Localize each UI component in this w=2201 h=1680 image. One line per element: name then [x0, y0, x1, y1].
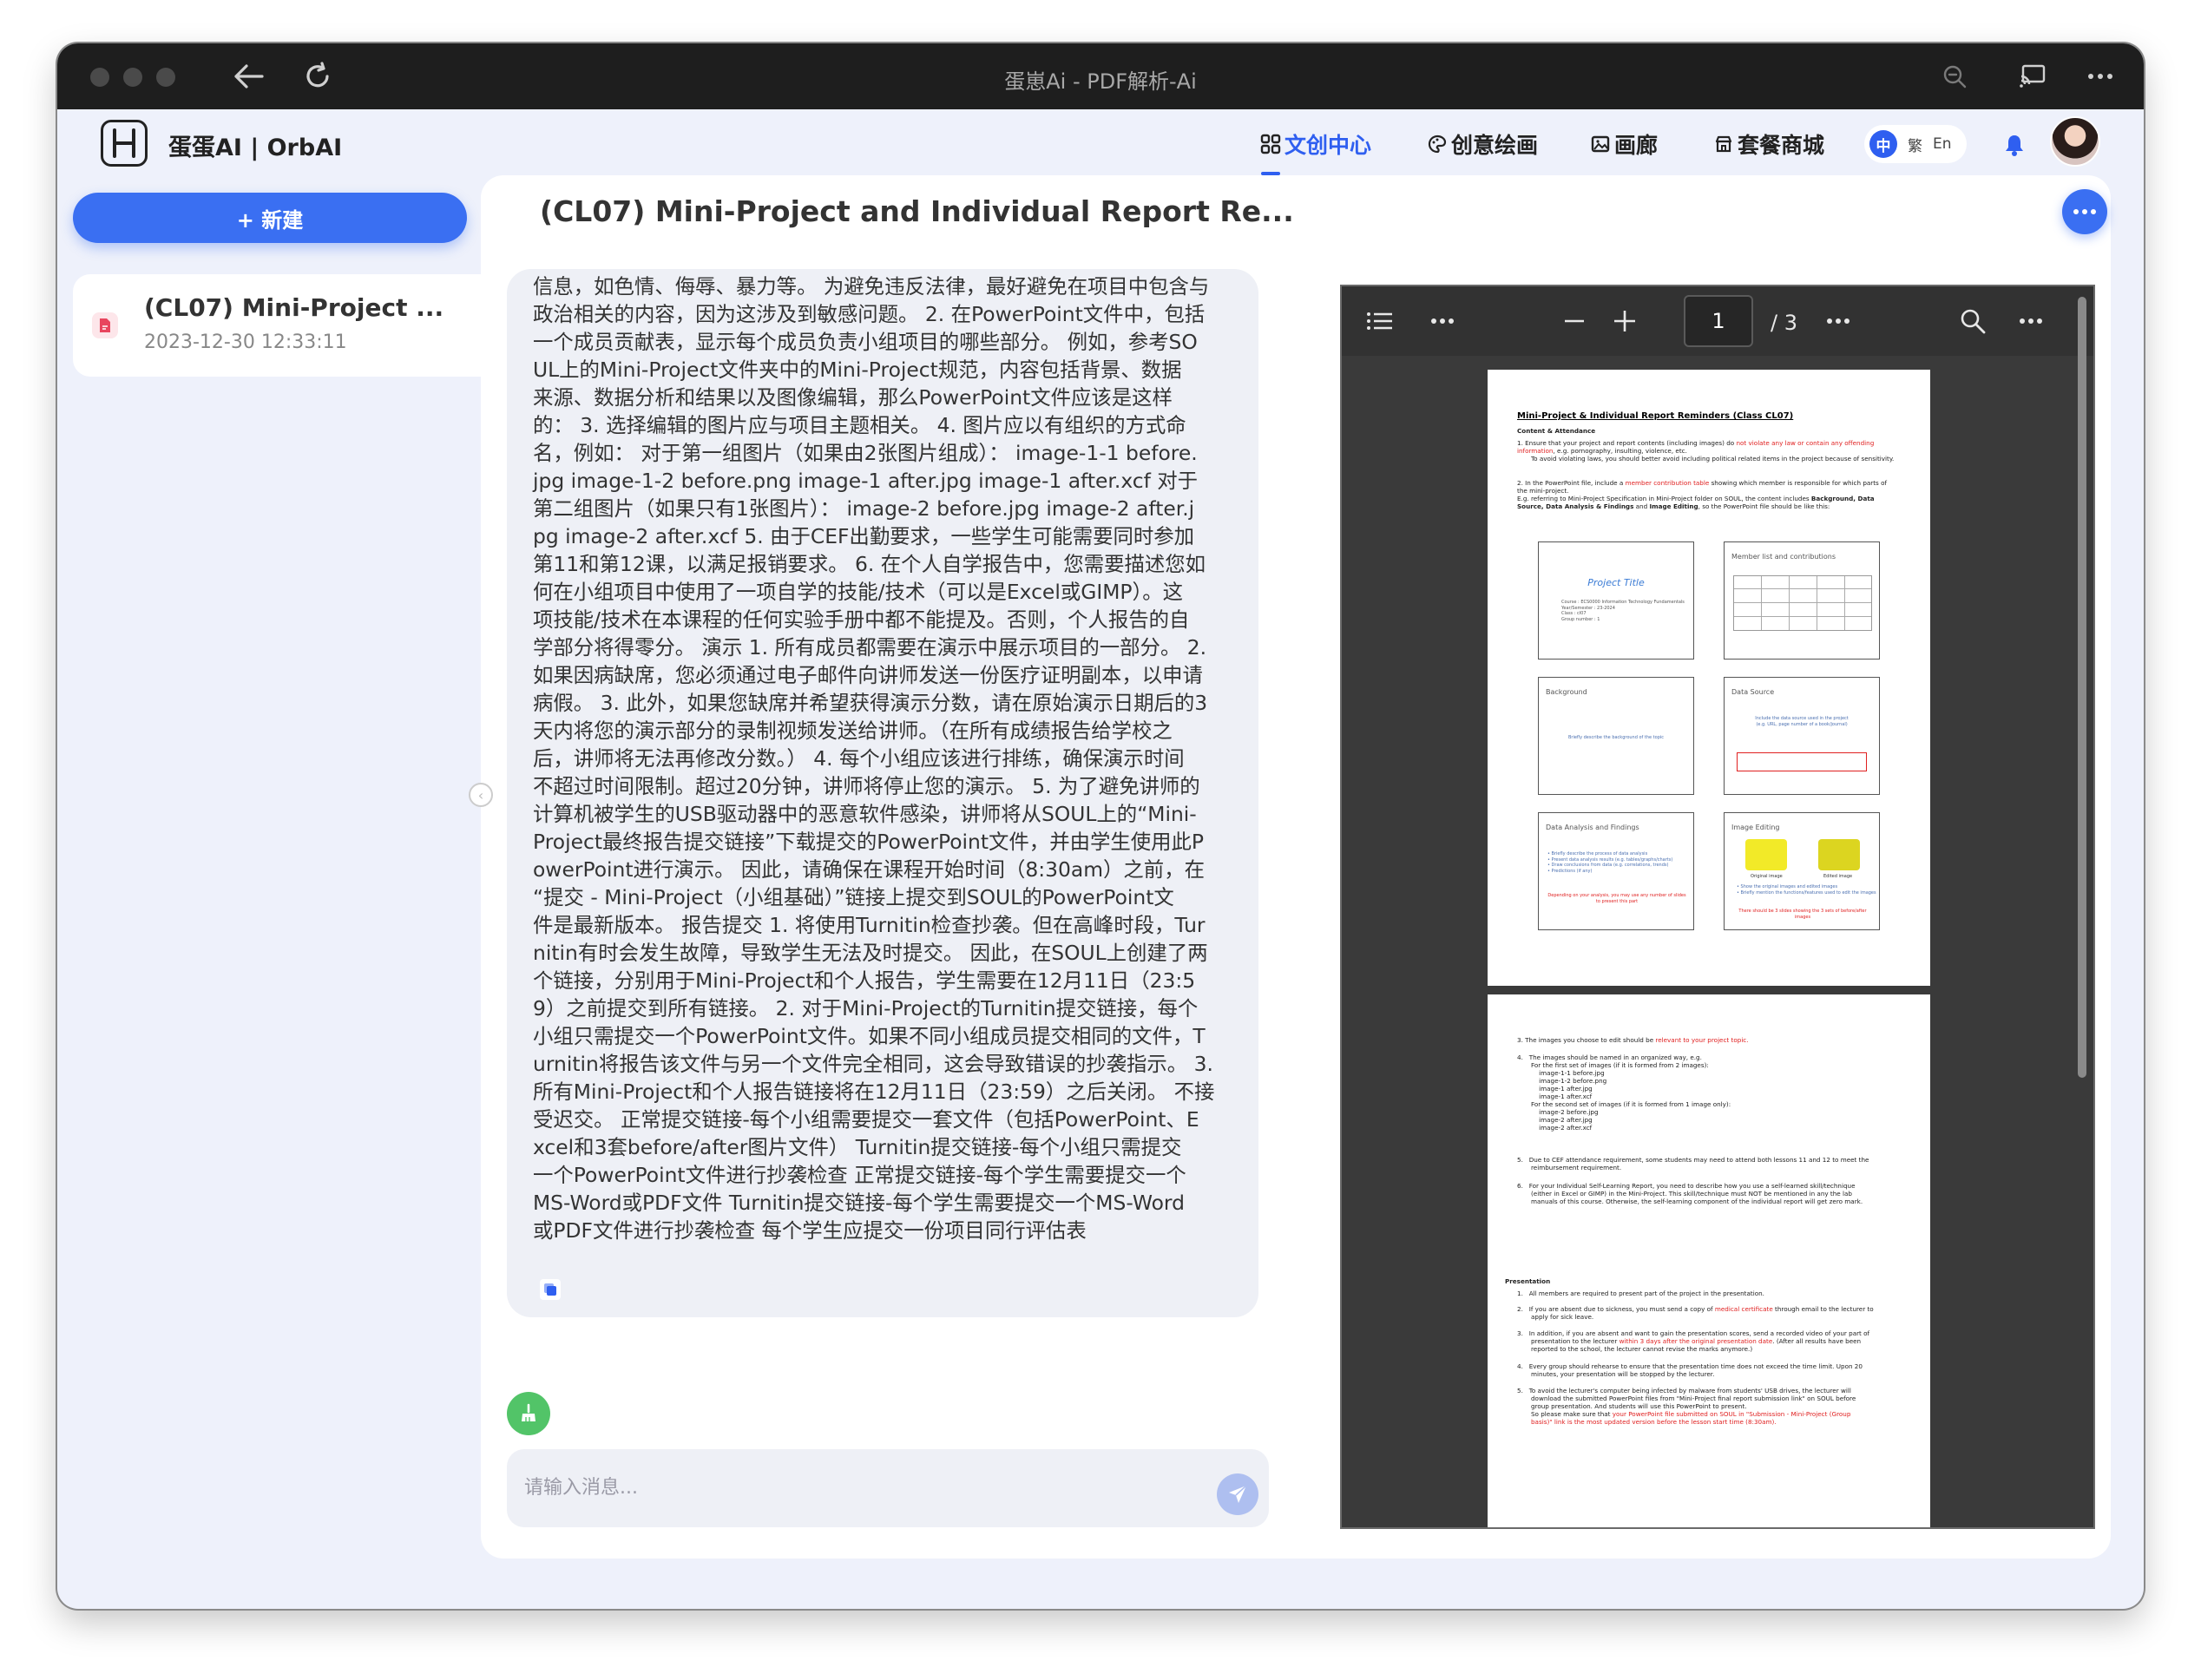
page-total: / 3: [1771, 311, 1797, 335]
chat-panel: (CL07) Mini-Project and Individual Repor…: [469, 175, 2111, 1559]
nav-item-creative-drawing[interactable]: 创意绘画: [1427, 128, 1538, 160]
avatar[interactable]: [2050, 116, 2100, 167]
nav-label: 创意绘画: [1451, 133, 1539, 158]
pdf-presentation-1: 1. All members are required to present p…: [1517, 1290, 1764, 1297]
pdf-item-4: 4. The images should be named in an orga…: [1517, 1053, 1731, 1132]
pdf-presentation-5: 5. To avoid the lecturer's computer bein…: [1517, 1387, 1856, 1426]
nav-item-shop[interactable]: 套餐商城: [1713, 128, 1824, 160]
page-title: (CL07) Mini-Project and Individual Repor…: [540, 194, 1294, 228]
pdf-item-6: 6. For your Individual Self-Learning Rep…: [1517, 1182, 1863, 1205]
original-image-thumbnail: [1745, 839, 1787, 870]
new-button[interactable]: + 新建: [73, 193, 467, 243]
member-table-thumbnail: [1733, 575, 1872, 631]
page-number-input[interactable]: 1: [1684, 295, 1753, 347]
message-input[interactable]: [507, 1449, 1269, 1527]
pdf-more-mid-icon[interactable]: [1824, 304, 1852, 338]
lang-en-option[interactable]: En: [1933, 135, 1952, 153]
pdf-file-icon: [92, 312, 118, 338]
pdf-toolbar: 1 / 3: [1342, 286, 2093, 1078]
pdf-item-3: 3. The images you choose to edit should …: [1517, 1036, 1749, 1044]
nav-label: 画廊: [1614, 133, 1659, 158]
slide-thumbnail-members: Member list and contributions: [1724, 541, 1880, 660]
pdf-presentation-4: 4. Every group should rehearse to ensure…: [1517, 1362, 1863, 1378]
pdf-presentation-heading: Presentation: [1505, 1277, 1551, 1285]
pdf-heading: Mini-Project & Individual Report Reminde…: [1517, 411, 1794, 421]
slide-thumbnail-image-editing: Image Editing Original image Edited imag…: [1724, 812, 1880, 930]
pdf-more-left-icon[interactable]: [1429, 304, 1456, 338]
pdf-item-1: 1. Ensure that your project and report c…: [1517, 439, 1895, 463]
nav-item-gallery[interactable]: 画廊: [1590, 128, 1658, 160]
window-title: 蛋崽Ai - PDF解析-Ai: [1004, 69, 1197, 94]
title-bar: 蛋崽Ai - PDF解析-Ai: [57, 43, 2144, 109]
nav-label: 文创中心: [1284, 133, 1372, 158]
grid-icon: [1260, 134, 1281, 154]
slide-thumbnail-background: Background Briefly describe the backgrou…: [1538, 677, 1694, 795]
slide-thumbnail-title: Project Title Course : ECS0000 Informati…: [1538, 541, 1694, 660]
slide-thumbnail-analysis: Data Analysis and Findings • Briefly des…: [1538, 812, 1694, 930]
document-title: (CL07) Mini-Project ...: [144, 293, 444, 322]
app-window: 蛋崽Ai - PDF解析-Ai 蛋蛋AI | OrbAI 文创中心 创意绘画 画…: [57, 43, 2144, 1609]
pdf-viewer-panel: 1 / 3 Mini-Project & Individual Report R…: [1298, 248, 2095, 1559]
palette-icon: [1427, 134, 1448, 154]
pdf-page-1: Mini-Project & Individual Report Reminde…: [1488, 370, 1930, 986]
copy-icon[interactable]: [540, 1279, 561, 1300]
app-header: 蛋蛋AI | OrbAI 文创中心 创意绘画 画廊 套餐商城 中 繁 En: [57, 109, 2144, 175]
language-switcher[interactable]: 中 繁 En: [1864, 125, 1967, 163]
bell-icon[interactable]: [2001, 132, 2027, 158]
nav-item-culture-center[interactable]: 文创中心: [1260, 128, 1371, 160]
send-icon: [1229, 1485, 1247, 1503]
broom-icon: [522, 1403, 535, 1421]
lang-zh-option[interactable]: 中: [1869, 130, 1897, 158]
collapse-handle[interactable]: ‹: [469, 783, 493, 807]
edited-image-thumbnail: [1818, 839, 1860, 870]
pdf-scrollbar[interactable]: [2078, 297, 2086, 1078]
document-date: 2023-12-30 12:33:11: [144, 331, 347, 353]
pdf-item-5: 5. Due to CEF attendance requirement, so…: [1517, 1156, 1869, 1171]
clear-chat-button[interactable]: [507, 1392, 550, 1435]
slide-thumbnail-datasource: Data Source Include the data source used…: [1724, 677, 1880, 795]
pdf-more-right-icon[interactable]: [2017, 304, 2045, 338]
gallery-icon: [1590, 134, 1611, 154]
pdf-page-2: 3. The images you choose to edit should …: [1488, 994, 1930, 1527]
cast-icon[interactable]: [2012, 56, 2053, 97]
pdf-viewer: 1 / 3 Mini-Project & Individual Report R…: [1340, 285, 2095, 1529]
more-options-button[interactable]: [2062, 189, 2107, 234]
pdf-zoom-out-icon[interactable]: [1560, 304, 1588, 338]
brand-name: 蛋蛋AI | OrbAI: [168, 135, 343, 161]
zoom-out-icon[interactable]: [1934, 56, 1975, 97]
nav-label: 套餐商城: [1738, 133, 1825, 158]
pdf-presentation-2: 2. If you are absent due to sickness, yo…: [1517, 1305, 1874, 1321]
pdf-zoom-in-icon[interactable]: [1611, 304, 1639, 338]
pdf-presentation-3: 3. In addition, if you are absent and wa…: [1517, 1329, 1870, 1353]
outline-icon[interactable]: [1364, 304, 1396, 338]
document-list-item[interactable]: (CL07) Mini-Project ... 2023-12-30 12:33…: [73, 274, 533, 377]
send-button[interactable]: [1217, 1473, 1258, 1515]
pdf-item-2: 2. In the PowerPoint file, include a mem…: [1517, 479, 1888, 510]
pdf-search-icon[interactable]: [1958, 304, 1987, 338]
message-text: 信息，如色情、侮辱、暴力等。 为避免违反法律，最好避免在项目中包含与 政治相关的…: [533, 274, 1215, 1243]
shop-icon: [1713, 134, 1734, 154]
lang-tw-option[interactable]: 繁: [1908, 134, 1922, 155]
highlight-box: [1737, 752, 1867, 771]
more-menu-icon[interactable]: [2079, 56, 2121, 97]
logo-icon[interactable]: [101, 120, 148, 167]
message-input-box: [507, 1449, 1269, 1527]
assistant-message: 信息，如色情、侮辱、暴力等。 为避免违反法律，最好避免在项目中包含与 政治相关的…: [507, 269, 1258, 1317]
pdf-section-heading: Content & Attendance: [1517, 427, 1596, 435]
